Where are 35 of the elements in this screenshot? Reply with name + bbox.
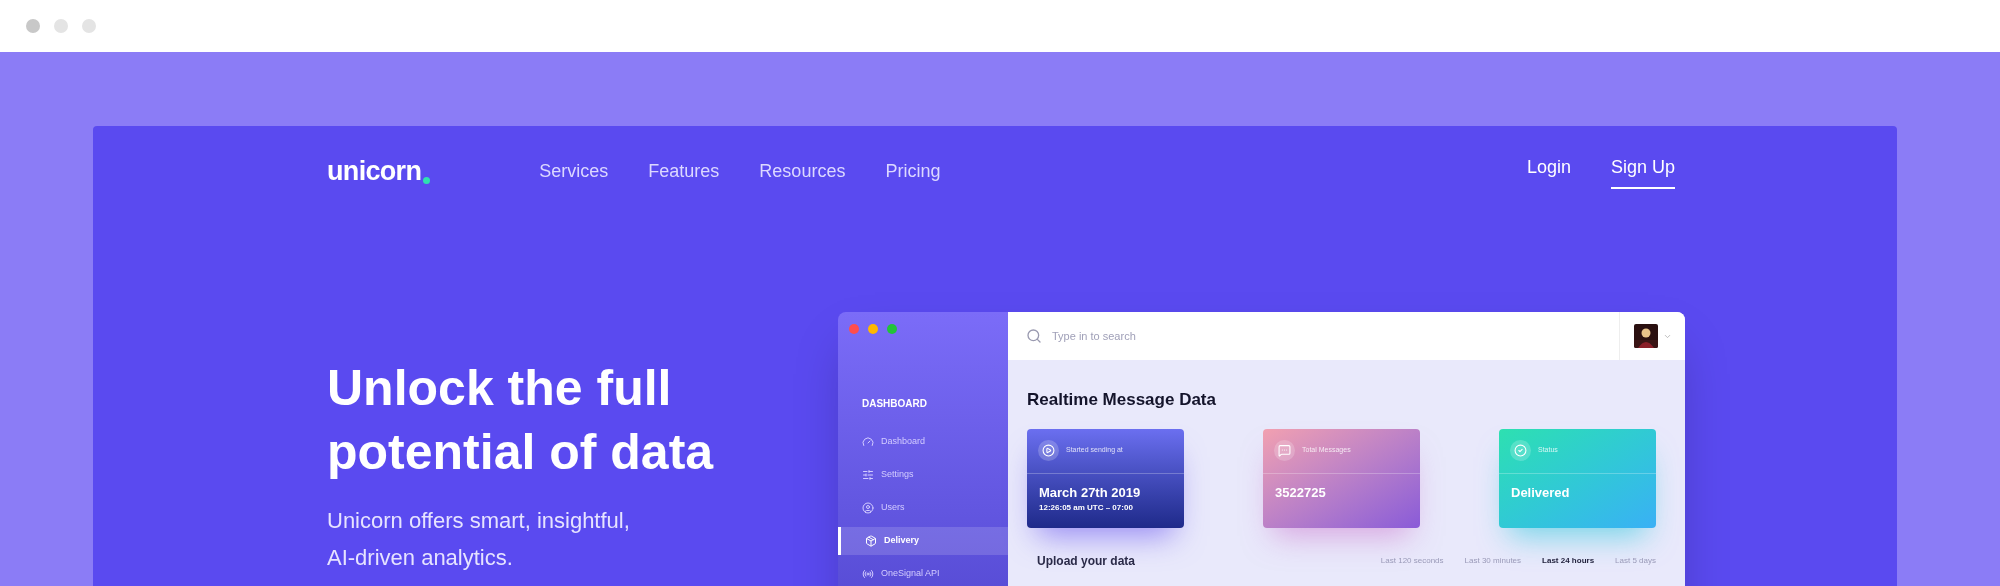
- nav-link[interactable]: Resources: [759, 157, 846, 185]
- card-value: Delivered: [1511, 483, 1571, 502]
- card-value: 3522725: [1275, 483, 1327, 502]
- sliders-icon: [862, 468, 874, 481]
- signal-icon: [862, 567, 874, 580]
- range-tab[interactable]: Last 24 hours: [1542, 554, 1595, 567]
- sidebar-item[interactable]: OneSignal API: [838, 559, 1008, 586]
- gauge-icon: [862, 435, 874, 448]
- nav-link[interactable]: Pricing: [885, 157, 941, 185]
- logo[interactable]: unicorn: [327, 150, 431, 192]
- sidebar-item[interactable]: Delivery: [838, 526, 1008, 555]
- nav-link[interactable]: Features: [648, 157, 720, 185]
- card-detail: 12:26:05 am UTC – 07:00: [1039, 502, 1134, 514]
- hero-title: Unlock the full potential of data: [327, 359, 715, 482]
- search-icon: [1026, 328, 1042, 344]
- sidebar-item[interactable]: Settings: [838, 460, 1008, 489]
- sidebar-item[interactable]: Users: [838, 493, 1008, 522]
- user-icon: [862, 501, 874, 514]
- section-title: Realtime Message Data: [1027, 389, 1217, 411]
- box-icon: [865, 534, 877, 547]
- play-icon: [1038, 440, 1059, 461]
- nav-link[interactable]: Login: [1526, 153, 1571, 189]
- nav-link[interactable]: Services: [539, 157, 609, 185]
- range-tab[interactable]: Last 120 seconds: [1380, 554, 1444, 567]
- card-value: March 27th 2019: [1039, 483, 1142, 502]
- nav-link[interactable]: Sign Up: [1610, 153, 1675, 189]
- sidebar-item[interactable]: Dashboard: [838, 427, 1008, 456]
- hero-subtitle: Unicorn offers smart, insightful, AI-driven analytics.: [327, 507, 631, 572]
- search-field[interactable]: Type in to search: [1052, 327, 1252, 345]
- upload-title: Upload your data: [1037, 552, 1135, 570]
- chat-icon: [1274, 440, 1295, 461]
- range-tab[interactable]: Last 5 days: [1615, 554, 1656, 567]
- range-tab[interactable]: Last 30 minutes: [1464, 554, 1522, 567]
- check-icon: [1510, 440, 1531, 461]
- sidebar-heading: DASHBOARD: [861, 397, 928, 411]
